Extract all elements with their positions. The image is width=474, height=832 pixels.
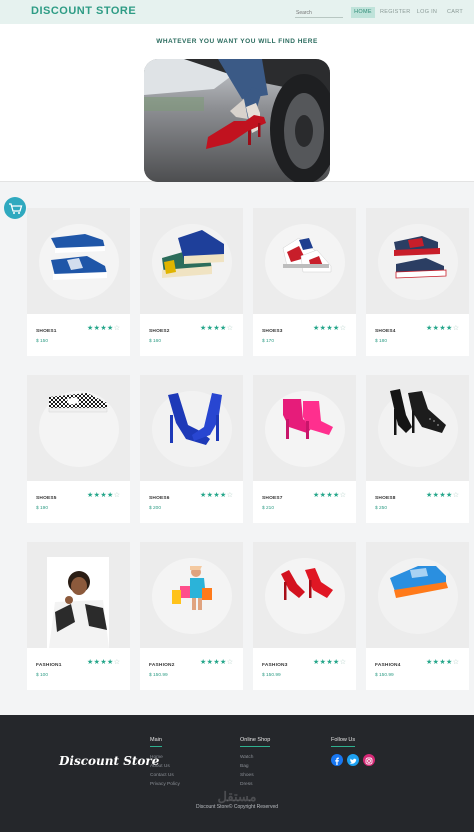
top-navbar: DISCOUNT STORE HOME REGISTER LOG IN CART	[0, 0, 474, 24]
product-image	[27, 542, 130, 648]
brand-logo[interactable]: DISCOUNT STORE	[31, 5, 136, 17]
product-image	[253, 208, 356, 314]
nav-cart[interactable]: CART	[444, 7, 466, 18]
product-price: $ 160	[149, 339, 162, 344]
product-name: SHOES2	[149, 329, 170, 334]
footer-link-about[interactable]: About Us	[150, 764, 170, 769]
footer-link-contact[interactable]: Contact Us	[150, 773, 174, 778]
twitter-icon[interactable]	[347, 754, 359, 766]
product-name: SHOES7	[262, 496, 283, 501]
product-price: $ 150.99	[149, 673, 168, 678]
footer-copyright: Discount Store© Copyright Reserved	[195, 804, 279, 810]
product-price: $ 210	[262, 506, 275, 511]
product-card[interactable]: ★★★★☆ SHOES5 $ 190	[27, 375, 130, 523]
product-name: FASHION3	[262, 663, 288, 668]
footer-follow-heading: Follow Us	[331, 737, 356, 747]
product-name: FASHION1	[36, 663, 62, 668]
product-card[interactable]: ★★★★☆ SHOES1 $ 150	[27, 208, 130, 356]
rating-stars: ★★★★☆	[426, 492, 460, 499]
cart-icon	[9, 203, 23, 214]
nav-login[interactable]: LOG IN	[415, 7, 439, 18]
hero-section: WHATEVER YOU WANT YOU WILL FIND HERE	[0, 24, 474, 182]
product-name: SHOES4	[375, 329, 396, 334]
product-price: $ 200	[149, 506, 162, 511]
footer-link-bag[interactable]: Bag	[240, 764, 249, 769]
floating-cart-button[interactable]	[4, 197, 26, 219]
product-image	[27, 375, 130, 481]
product-price: $ 100	[36, 673, 49, 678]
rating-stars: ★★★★☆	[313, 659, 347, 666]
product-name: FASHION2	[149, 663, 175, 668]
product-price: $ 150	[36, 339, 49, 344]
product-card[interactable]: ★★★★☆ SHOES2 $ 160	[140, 208, 243, 356]
rating-stars: ★★★★☆	[313, 492, 347, 499]
product-price: $ 150.99	[375, 673, 394, 678]
product-card[interactable]: ★★★★☆ SHOES6 $ 200	[140, 375, 243, 523]
product-name: SHOES8	[375, 496, 396, 501]
product-name: SHOES1	[36, 329, 57, 334]
footer-shop-heading: Online Shop	[240, 737, 271, 747]
product-price: $ 180	[375, 339, 388, 344]
product-name: SHOES6	[149, 496, 170, 501]
rating-stars: ★★★★☆	[200, 659, 234, 666]
product-image	[366, 542, 469, 648]
search-input[interactable]	[295, 8, 343, 18]
rating-stars: ★★★★☆	[426, 325, 460, 332]
watermark-logo: مستقل	[217, 789, 257, 804]
product-image	[140, 375, 243, 481]
product-image	[366, 375, 469, 481]
product-card[interactable]: ★★★★☆ FASHION1 $ 100	[27, 542, 130, 690]
product-image	[253, 375, 356, 481]
product-name: SHOES5	[36, 496, 57, 501]
hero-tagline: WHATEVER YOU WANT YOU WILL FIND HERE	[156, 38, 318, 45]
footer-link-shoes[interactable]: Shoes	[240, 773, 254, 778]
product-card[interactable]: ★★★★☆ FASHION3 $ 150.99	[253, 542, 356, 690]
product-card[interactable]: ★★★★☆ SHOES4 $ 180	[366, 208, 469, 356]
product-name: SHOES3	[262, 329, 283, 334]
rating-stars: ★★★★☆	[200, 325, 234, 332]
product-price: $ 190	[36, 506, 49, 511]
facebook-icon[interactable]	[331, 754, 343, 766]
footer-link-watch[interactable]: Watch	[240, 755, 253, 760]
rating-stars: ★★★★☆	[87, 659, 121, 666]
product-card[interactable]: ★★★★☆ FASHION2 $ 150.99	[140, 542, 243, 690]
rating-stars: ★★★★☆	[87, 492, 121, 499]
footer-logo: Discount Store	[59, 754, 160, 768]
product-image	[366, 208, 469, 314]
footer-link-dress[interactable]: Dress	[240, 782, 253, 787]
nav-home[interactable]: HOME	[351, 7, 375, 18]
product-card[interactable]: ★★★★☆ SHOES8 $ 250	[366, 375, 469, 523]
product-card[interactable]: ★★★★☆ SHOES3 $ 170	[253, 208, 356, 356]
footer-main-heading: Main	[150, 737, 162, 747]
rating-stars: ★★★★☆	[426, 659, 460, 666]
product-card[interactable]: ★★★★☆ FASHION4 $ 150.99	[366, 542, 469, 690]
product-image	[140, 542, 243, 648]
product-card[interactable]: ★★★★☆ SHOES7 $ 210	[253, 375, 356, 523]
rating-stars: ★★★★☆	[200, 492, 234, 499]
footer-link-privacy[interactable]: Privacy Policy	[150, 782, 180, 787]
product-name: FASHION4	[375, 663, 401, 668]
nav-register[interactable]: REGISTER	[380, 7, 410, 18]
hero-image	[144, 59, 330, 182]
rating-stars: ★★★★☆	[87, 325, 121, 332]
rating-stars: ★★★★☆	[313, 325, 347, 332]
product-price: $ 250	[375, 506, 388, 511]
product-image	[27, 208, 130, 314]
footer: Discount Store Main Home About Us Contac…	[0, 715, 474, 832]
product-image	[253, 542, 356, 648]
footer-link-home[interactable]: Home	[150, 755, 163, 760]
instagram-icon[interactable]	[363, 754, 375, 766]
product-price: $ 150.99	[262, 673, 281, 678]
product-price: $ 170	[262, 339, 275, 344]
product-image	[140, 208, 243, 314]
